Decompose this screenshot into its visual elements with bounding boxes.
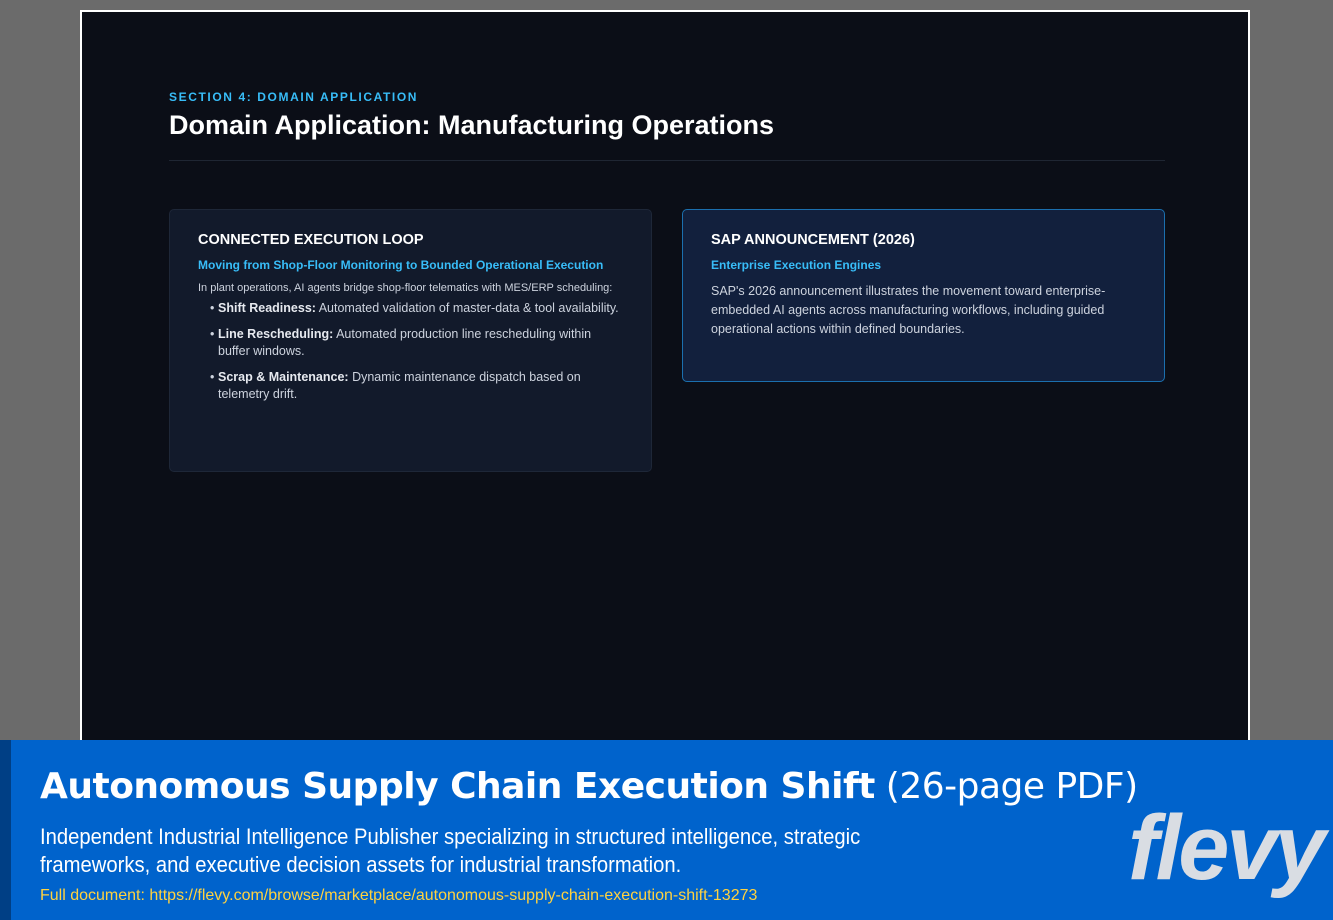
bullet-icon: • xyxy=(210,369,215,384)
bullet-icon: • xyxy=(210,301,215,315)
bullet-text: Automated validation of master-data & to… xyxy=(315,301,619,315)
bullet-list: • Shift Readiness: Automated validation o… xyxy=(198,300,623,404)
list-item: • Scrap & Maintenance: Dynamic maintenanc… xyxy=(210,369,623,404)
bullet-lead: Scrap & Maintenance: xyxy=(218,369,349,384)
publisher-description: Independent Industrial Intelligence Publ… xyxy=(40,824,861,877)
document-link[interactable]: Full document: https://flevy.com/browse/… xyxy=(40,887,757,905)
promo-banner: Autonomous Supply Chain Execution Shift … xyxy=(0,740,1333,920)
banner-stripe xyxy=(0,740,11,920)
slide-title: Domain Application: Manufacturing Operat… xyxy=(169,110,775,140)
card-subtitle: Moving from Shop-Floor Monitoring to Bou… xyxy=(198,258,604,272)
bullet-lead: Shift Readiness: xyxy=(218,301,316,315)
section-label: SECTION 4: DOMAIN APPLICATION xyxy=(169,90,419,104)
card-body: SAP's 2026 announcement illustrates the … xyxy=(711,284,1106,336)
card-intro: In plant operations, AI agents bridge sh… xyxy=(198,282,613,294)
document-title: Autonomous Supply Chain Execution Shift … xyxy=(40,766,1138,807)
slide: SECTION 4: DOMAIN APPLICATION Domain App… xyxy=(80,10,1250,750)
card-title: CONNECTED EXECUTION LOOP xyxy=(198,232,424,248)
document-title-suffix: (26-page PDF) xyxy=(874,766,1138,807)
list-item: • Shift Readiness: Automated validation o… xyxy=(210,300,623,318)
connected-execution-loop-card: CONNECTED EXECUTION LOOP Moving from Sho… xyxy=(169,209,652,472)
card-subtitle: Enterprise Execution Engines xyxy=(711,258,882,272)
bullet-icon: • xyxy=(210,326,215,341)
card-title: SAP ANNOUNCEMENT (2026) xyxy=(711,232,915,248)
title-divider xyxy=(169,160,1165,161)
document-title-main: Autonomous Supply Chain Execution Shift xyxy=(40,766,875,807)
sap-announcement-card: SAP ANNOUNCEMENT (2026) Enterprise Execu… xyxy=(682,209,1165,382)
flevy-logo: flevy xyxy=(1128,797,1326,899)
bullet-lead: Line Rescheduling: xyxy=(218,326,334,341)
list-item: • Line Rescheduling: Automated production… xyxy=(210,326,623,361)
